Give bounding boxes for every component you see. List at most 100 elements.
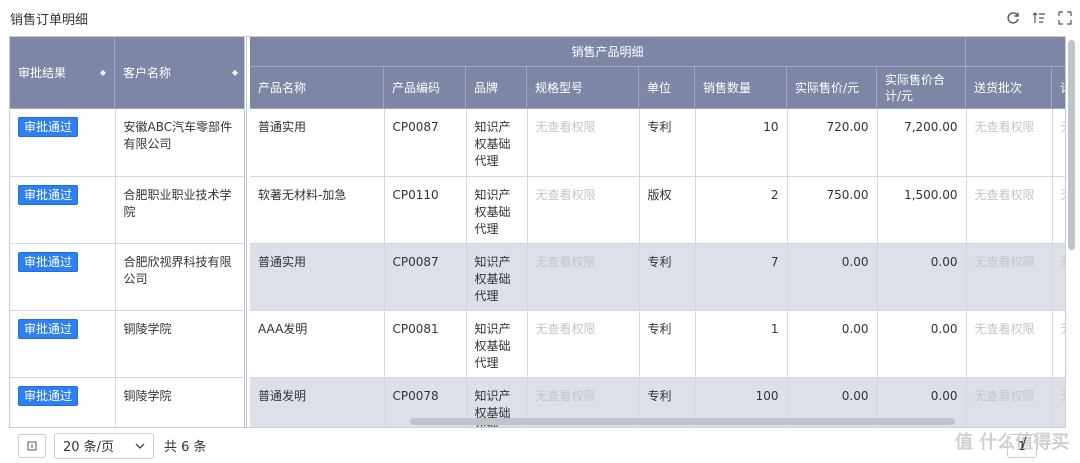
cell-customer: 安徽ABC汽车零部件有限公司 [115,109,244,177]
column-sort-icon[interactable] [1032,11,1046,25]
cell-total: 7,200.00 [877,109,967,177]
cell-unit: 专利 [639,310,696,378]
cell-audit: 审批通过 [10,243,116,311]
cell-extra: 无 [1052,243,1065,311]
cell-product-name: 普通发明 [250,377,385,427]
cell-spec: 无查看权限 [527,310,640,378]
page-size-select[interactable]: 20 条/页 [54,432,154,459]
cell-customer: 铜陵学院 [115,377,244,427]
fullscreen-icon[interactable] [1058,11,1072,25]
cell-customer: 合肥职业职业技术学院 [115,176,244,244]
sort-icon[interactable]: ◆ [232,68,238,77]
cell-extra: 无 [1052,109,1065,177]
cell-brand: 知识产权基础代理 [466,176,528,244]
cell-unit: 专利 [639,243,696,311]
table-row[interactable]: 软著无材料-加急 CP0110 知识产权基础代理 无查看权限 版权 2 750.… [250,176,1065,244]
status-badge[interactable]: 审批通过 [18,184,79,205]
cell-brand: 知识产权基础代理 [466,243,528,311]
cell-extra: 无 [1052,310,1065,378]
table-row[interactable]: 审批通过 铜陵学院 [10,310,244,378]
column-header-extra[interactable]: 计 [1052,67,1065,109]
panel-header: 销售订单明细 [0,0,1080,36]
cell-customer: 合肥欣视界科技有限公司 [115,243,244,311]
cell-product-name: 普通实用 [250,109,385,177]
cell-total: 1,500.00 [877,176,967,244]
cell-unit: 版权 [639,176,696,244]
cell-brand: 知识产权基础代理 [466,109,528,177]
cell-price: 0.00 [787,310,878,378]
column-header-spec[interactable]: 规格型号 [527,67,639,109]
cell-audit: 审批通过 [10,377,116,427]
cell-total: 0.00 [877,243,967,311]
page-separator: / [1022,436,1027,451]
cell-price: 0.00 [787,243,878,311]
sort-icon[interactable]: ◆ [100,68,106,77]
status-badge[interactable]: 审批通过 [18,251,79,272]
table-row[interactable]: 审批通过 安徽ABC汽车零部件有限公司 [10,109,244,177]
horizontal-scrollbar[interactable] [410,418,955,425]
cell-price: 750.00 [787,176,878,244]
page-title: 销售订单明细 [10,12,89,28]
status-badge[interactable]: 审批通过 [18,385,79,406]
chevron-down-icon [135,443,145,449]
status-badge[interactable]: 审批通过 [18,117,79,137]
table-row[interactable]: 审批通过 合肥欣视界科技有限公司 [10,243,244,311]
cell-brand: 知识产权基础代理 [466,310,528,378]
scroll-body: 普通实用 CP0087 知识产权基础代理 无查看权限 专利 10 720.00 … [250,109,1065,427]
column-header-price[interactable]: 实际售价/元 [787,67,877,109]
column-header-customer[interactable]: 客户名称 ◆ [115,37,244,109]
column-header-product-name[interactable]: 产品名称 [250,67,384,109]
status-badge[interactable]: 审批通过 [18,318,79,339]
column-header-label: 客户名称 [123,66,172,80]
cell-product-code: CP0087 [384,109,467,177]
frozen-body: 审批通过 安徽ABC汽车零部件有限公司 审批通过 合肥职业职业技术学院 审批通过… [10,109,244,427]
total-count: 共 6 条 [164,440,207,455]
cell-unit: 专利 [639,109,696,177]
pagination-bar: 20 条/页 共 6 条 [0,428,1080,463]
cell-extra: 无 [1052,377,1065,427]
column-group-header: 销售产品明细 [250,37,966,67]
cell-batch: 无查看权限 [966,109,1053,177]
cell-product-name: 普通实用 [250,243,385,311]
first-page-button[interactable] [18,433,46,458]
column-header-batch[interactable]: 送货批次 [966,67,1052,109]
cell-spec: 无查看权限 [527,243,640,311]
column-header-unit[interactable]: 单位 [639,67,695,109]
cell-total: 0.00 [877,310,967,378]
table-row[interactable]: 普通实用 CP0087 知识产权基础代理 无查看权限 专利 10 720.00 … [250,109,1065,177]
cell-audit: 审批通过 [10,109,116,177]
table-row[interactable]: 审批通过 铜陵学院 [10,377,244,427]
column-header-audit[interactable]: 审批结果 ◆ [10,37,115,109]
column-header-label: 审批结果 [18,66,67,80]
column-header-qty[interactable]: 销售数量 [695,67,787,109]
page-icon [27,441,37,450]
cell-qty: 10 [695,109,788,177]
frozen-columns: 审批结果 ◆ 客户名称 ◆ 审批通过 安徽ABC汽车零部件有限公司 审批通过 合… [10,37,247,427]
table-row[interactable]: 审批通过 合肥职业职业技术学院 [10,176,244,244]
cell-audit: 审批通过 [10,176,116,244]
scrollable-columns[interactable]: 销售产品明细 产品名称 产品编码 品牌 规格型号 单位 销售数量 实际售价/元 … [250,37,1065,427]
cell-batch: 无查看权限 [966,176,1053,244]
column-header-brand[interactable]: 品牌 [466,67,527,109]
table-row[interactable]: 普通实用 CP0087 知识产权基础代理 无查看权限 专利 7 0.00 0.0… [250,243,1065,311]
column-header-total[interactable]: 实际售价合计/元 [877,67,966,109]
cell-batch: 无查看权限 [966,243,1053,311]
cell-qty: 2 [695,176,788,244]
cell-product-name: 软著无材料-加急 [250,176,385,244]
cell-product-code: CP0087 [384,243,467,311]
vertical-scrollbar[interactable] [1068,40,1075,250]
cell-product-code: CP0081 [384,310,467,378]
cell-batch: 无查看权限 [966,377,1053,427]
column-header-product-code[interactable]: 产品编码 [384,67,466,109]
cell-price: 720.00 [787,109,878,177]
cell-customer: 铜陵学院 [115,310,244,378]
cell-extra: 无 [1052,176,1065,244]
order-detail-table: 审批结果 ◆ 客户名称 ◆ 审批通过 安徽ABC汽车零部件有限公司 审批通过 合… [9,36,1066,428]
cell-product-code: CP0110 [384,176,467,244]
cell-spec: 无查看权限 [527,176,640,244]
page-size-value: 20 条/页 [63,440,115,455]
refresh-icon[interactable] [1006,11,1020,25]
toolbar [1006,11,1072,25]
table-row[interactable]: AAA发明 CP0081 知识产权基础代理 无查看权限 专利 1 0.00 0.… [250,310,1065,378]
cell-qty: 7 [695,243,788,311]
